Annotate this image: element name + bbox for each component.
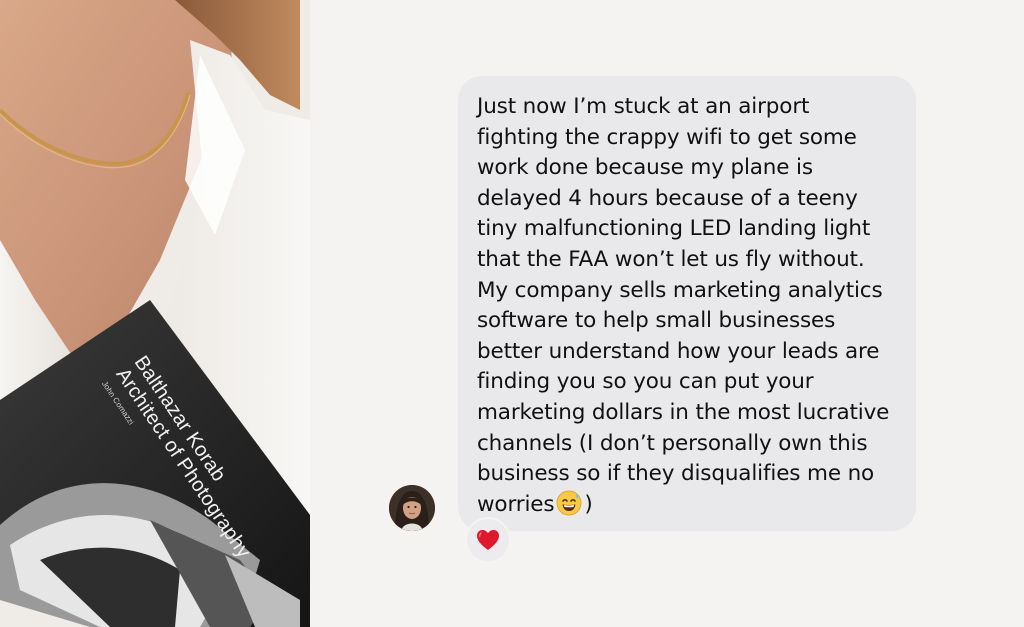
photo-illustration xyxy=(0,0,310,627)
message-text: Just now I’m stuck at an airport fightin… xyxy=(477,92,896,520)
sender-avatar[interactable] xyxy=(389,485,435,531)
avatar-portrait-icon xyxy=(389,485,435,531)
screenshot-canvas: Balthazar Korab Architect of Photography… xyxy=(0,0,1024,627)
heart-reaction[interactable] xyxy=(465,517,511,563)
chat-panel: Just now I’m stuck at an airport fightin… xyxy=(310,0,1024,627)
grinning-sweat-emoji-icon xyxy=(556,490,582,516)
photo-panel: Balthazar Korab Architect of Photography… xyxy=(0,0,310,627)
message-body: Just now I’m stuck at an airport fightin… xyxy=(477,94,890,517)
message-closing: ) xyxy=(584,491,593,517)
red-heart-icon xyxy=(477,530,499,550)
message-bubble[interactable]: Just now I’m stuck at an airport fightin… xyxy=(458,76,916,531)
